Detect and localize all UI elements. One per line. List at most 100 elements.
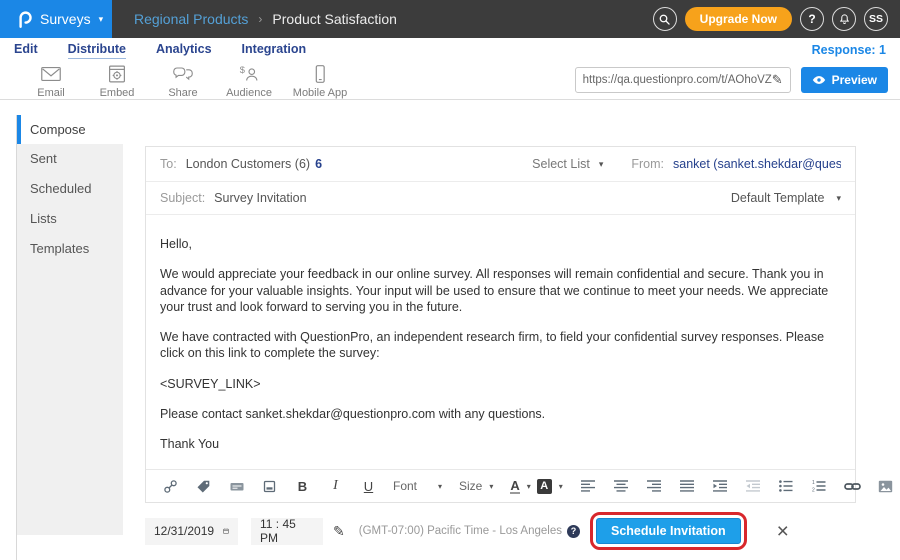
select-list-dropdown[interactable]: Select List ▾ [532,157,603,171]
subject-value[interactable]: Survey Invitation [214,191,306,205]
hyperlink-button[interactable] [844,476,861,496]
numbered-list-button[interactable]: 1 2 [811,476,828,496]
tab-distribute[interactable]: Distribute [68,42,126,59]
annotation-highlight-ring: Schedule Invitation [590,512,747,550]
channel-embed[interactable]: Embed [84,64,150,99]
schedule-controls: 12/31/2019 11 : 45 PM ✎ (GMT-07:00) Paci… [145,512,789,550]
insert-image-button[interactable] [877,476,894,496]
edit-time-pencil-icon[interactable]: ✎ [333,523,345,540]
sidebar-filler [17,264,123,535]
body-paragraph: We would appreciate your feedback in our… [160,266,841,315]
close-icon[interactable]: × [777,521,789,542]
align-center-button[interactable] [613,476,630,496]
email-body-editor[interactable]: Hello, We would appreciate your feedback… [146,215,855,469]
template-dropdown[interactable]: Default Template ▾ [731,191,841,205]
chevron-down-icon: ▾ [527,482,531,491]
email-icon [39,64,63,84]
insert-link-button[interactable] [162,476,179,496]
align-right-icon [647,480,661,492]
text-color-button[interactable]: A ▾ [510,479,530,494]
chevron-down-icon: ▾ [489,482,493,491]
preview-button[interactable]: Preview [801,67,888,93]
schedule-date-value: 12/31/2019 [154,524,214,538]
chevron-down-icon: ▾ [559,482,563,491]
recipients-row: To: London Customers (6) 6 Select List ▾… [146,147,855,182]
mobile-app-icon [308,64,332,84]
questionpro-logo-icon [16,8,33,30]
insert-field-button[interactable] [228,476,245,496]
response-count-link[interactable]: Response: 1 [812,43,886,57]
bullet-list-icon [779,480,793,492]
font-dropdown-label: Font [393,479,431,493]
align-justify-button[interactable] [679,476,696,496]
survey-link-group: https://qa.questionpro.com/t/AOhoVZfqml … [575,64,888,93]
insert-button-button[interactable] [261,476,278,496]
sidebar-item-compose[interactable]: Compose [17,115,123,144]
bold-button[interactable]: B [294,476,311,496]
editor-format-toolbar: B I U Font ▾ Size ▾ A ▾ A ▾ [146,469,855,502]
insert-tag-button[interactable] [195,476,212,496]
help-button[interactable]: ? [800,7,824,31]
tab-integration[interactable]: Integration [242,42,307,58]
channel-share[interactable]: Share [150,64,216,99]
font-dropdown[interactable]: Font ▾ [393,479,442,493]
survey-url-field[interactable]: https://qa.questionpro.com/t/AOhoVZfqml … [575,67,791,93]
align-left-icon [581,480,595,492]
channel-audience[interactable]: $ Audience [216,64,282,99]
upgrade-now-button[interactable]: Upgrade Now [685,7,792,31]
align-right-button[interactable] [646,476,663,496]
text-color-icon: A [510,479,519,494]
indent-decrease-icon [746,480,760,492]
chevron-down-icon: ▾ [99,14,104,25]
sidebar-item-sent[interactable]: Sent [17,144,123,174]
timezone-help-icon[interactable]: ? [567,525,580,538]
surveys-product-menu[interactable]: Surveys ▾ [0,0,112,38]
channel-email[interactable]: Email [18,64,84,99]
schedule-invitation-button[interactable]: Schedule Invitation [596,518,741,544]
body-paragraph: Hello, [160,236,841,252]
channel-mobile-app[interactable]: Mobile App [282,64,358,99]
underline-button[interactable]: U [360,476,377,496]
italic-button[interactable]: I [327,476,344,496]
header-actions: Upgrade Now ? SS [653,7,900,31]
svg-text:$: $ [240,65,245,75]
schedule-time-input[interactable]: 11 : 45 PM [251,518,323,545]
calendar-icon [223,524,229,538]
eye-icon [812,75,826,85]
breadcrumb-parent-link[interactable]: Regional Products [134,11,248,27]
recipient-count[interactable]: 6 [315,157,322,171]
indent-increase-icon [713,480,727,492]
svg-text:2: 2 [812,488,815,493]
image-icon [878,480,893,493]
subject-label: Subject: [160,191,205,205]
align-left-button[interactable] [580,476,597,496]
bullet-list-button[interactable] [778,476,795,496]
edit-url-pencil-icon[interactable]: ✎ [772,72,783,88]
increase-indent-button[interactable] [712,476,729,496]
sidebar-item-scheduled[interactable]: Scheduled [17,174,123,204]
body-paragraph: Please contact sanket.shekdar@questionpr… [160,406,841,422]
chevron-down-icon: ▾ [438,482,442,491]
sidebar-item-templates[interactable]: Templates [17,234,123,264]
search-icon [658,13,671,26]
sidebar-item-lists[interactable]: Lists [17,204,123,234]
to-label: To: [160,157,177,171]
to-value[interactable]: London Customers (6) [186,157,310,171]
survey-nav-tabs: Edit Distribute Analytics Integration Re… [0,38,900,62]
from-value[interactable]: sanket (sanket.shekdar@ques... [673,157,841,171]
size-dropdown[interactable]: Size ▾ [459,479,493,493]
tab-edit[interactable]: Edit [14,42,38,58]
button-icon [262,479,277,494]
bg-color-button[interactable]: A ▾ [537,479,563,494]
schedule-date-input[interactable]: 12/31/2019 [145,518,238,545]
decrease-indent-button[interactable] [745,476,762,496]
app-window: Surveys ▾ Regional Products › Product Sa… [0,0,900,560]
channel-label: Share [168,87,197,99]
from-group: From: sanket (sanket.shekdar@ques... [631,157,841,171]
user-avatar[interactable]: SS [864,7,888,31]
search-button[interactable] [653,7,677,31]
notifications-button[interactable] [832,7,856,31]
select-list-label: Select List [532,157,590,171]
tab-analytics[interactable]: Analytics [156,42,212,58]
top-header-bar: Surveys ▾ Regional Products › Product Sa… [0,0,900,38]
